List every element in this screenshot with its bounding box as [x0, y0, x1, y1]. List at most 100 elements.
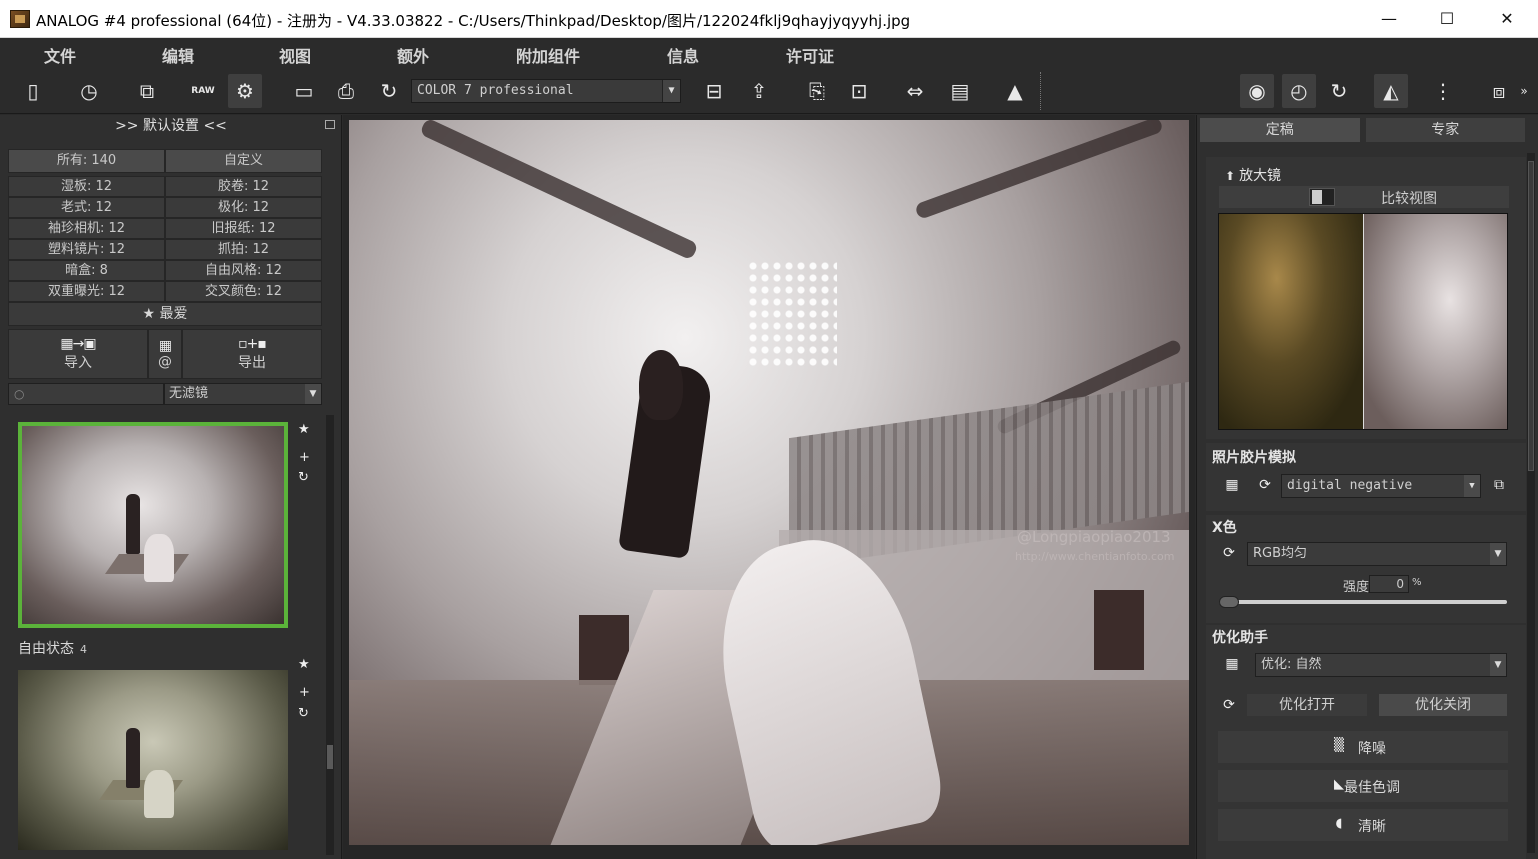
- category-custom[interactable]: 自定义: [165, 149, 322, 173]
- panel-scrollbar[interactable]: [1527, 153, 1535, 853]
- clarity-button[interactable]: ◖ 清晰: [1218, 809, 1508, 841]
- strength-slider-track[interactable]: [1219, 600, 1507, 604]
- menu-edit[interactable]: 编辑: [162, 43, 194, 67]
- split-view-icon[interactable]: ◭: [1374, 74, 1408, 108]
- film-settings-icon[interactable]: ⧉: [1489, 474, 1509, 496]
- copy-settings-icon[interactable]: ⧉: [130, 74, 164, 108]
- scrollbar-thumb[interactable]: [327, 745, 333, 769]
- compare-view-toggle[interactable]: 比较视图: [1219, 186, 1509, 208]
- optimize-on-button[interactable]: 优化打开: [1247, 694, 1367, 716]
- cycle-icon[interactable]: ⟳: [1255, 474, 1275, 496]
- save-as-icon[interactable]: ⎘: [800, 74, 834, 108]
- xcolor-select[interactable]: RGB均匀 ▼: [1247, 542, 1507, 566]
- denoise-icon: ▒: [1334, 738, 1344, 753]
- filter-select[interactable]: 无滤镜 ▼: [164, 383, 322, 405]
- scrollbar-thumb[interactable]: [1528, 161, 1534, 471]
- more-tools-icon[interactable]: »: [1514, 74, 1534, 108]
- batch-process-icon[interactable]: ⚙: [228, 74, 262, 108]
- menu-extra[interactable]: 额外: [397, 43, 429, 67]
- thumbnail-image: [22, 426, 284, 624]
- category-cross-color[interactable]: 交叉颜色: 12: [165, 281, 322, 302]
- category-film[interactable]: 胶卷: 12: [165, 176, 322, 197]
- import-button[interactable]: ▦→▣ 导入: [8, 329, 148, 379]
- window-title: ANALOG #4 professional (64位) - 注册为 - V4.…: [36, 12, 911, 30]
- optimize-select-value: 优化: 自然: [1261, 657, 1322, 672]
- preview-eye-icon[interactable]: ◉: [1240, 74, 1274, 108]
- fullscreen-icon[interactable]: ⇔: [898, 74, 932, 108]
- main-photo[interactable]: @Longpiaopiao2013 http://www.chentianfot…: [349, 120, 1189, 845]
- save-icon[interactable]: ▭: [287, 74, 321, 108]
- category-vintage[interactable]: 老式: 12: [8, 197, 165, 218]
- optimize-select[interactable]: 优化: 自然 ▼: [1255, 653, 1507, 677]
- category-free-style[interactable]: 自由风格: 12: [165, 260, 322, 281]
- category-wetplate[interactable]: 湿板: 12: [8, 176, 165, 197]
- raw-settings-icon[interactable]: RAW: [186, 74, 220, 108]
- new-file-icon[interactable]: ▯: [16, 74, 50, 108]
- category-polarize[interactable]: 极化: 12: [165, 197, 322, 218]
- vertical-split-icon[interactable]: ⋮: [1426, 74, 1460, 108]
- minimize-button[interactable]: —: [1360, 0, 1418, 38]
- share-online-button[interactable]: ▦ @: [148, 329, 182, 379]
- maximize-button[interactable]: ☐: [1418, 0, 1476, 38]
- strength-slider-knob[interactable]: [1219, 596, 1239, 608]
- menu-info[interactable]: 信息: [667, 43, 699, 67]
- category-snapshot[interactable]: 抓拍: 12: [165, 239, 322, 260]
- magnifier-preview[interactable]: [1218, 213, 1508, 430]
- grid-search-icon[interactable]: ▦: [1219, 474, 1245, 496]
- preset-select[interactable]: COLOR 7 professional ▼: [411, 79, 681, 103]
- film-select[interactable]: digital negative ▼: [1281, 474, 1481, 498]
- redo-icon[interactable]: ↻: [1322, 74, 1356, 108]
- cycle-icon[interactable]: ⟳: [1219, 694, 1239, 716]
- preset-thumbnail[interactable]: [18, 670, 288, 850]
- export-button[interactable]: ▫+▪ 导出: [182, 329, 322, 379]
- undock-icon[interactable]: [325, 120, 335, 129]
- grid-search-icon[interactable]: ▦: [1219, 653, 1245, 675]
- best-tone-button[interactable]: ◣ 最佳色调: [1218, 770, 1508, 802]
- add-icon[interactable]: +: [299, 685, 310, 700]
- category-old-newspaper[interactable]: 旧报纸: 12: [165, 218, 322, 239]
- chevron-down-icon: ▼: [1464, 475, 1480, 497]
- menu-addons[interactable]: 附加组件: [516, 43, 580, 67]
- category-camera-obscura[interactable]: 暗盒: 8: [8, 260, 165, 281]
- tab-expert[interactable]: 专家: [1365, 118, 1525, 142]
- thumbnail-scrollbar[interactable]: [326, 415, 334, 855]
- menu-file[interactable]: 文件: [44, 43, 76, 67]
- optimize-off-button[interactable]: 优化关闭: [1379, 694, 1507, 716]
- category-all[interactable]: 所有: 140: [8, 149, 165, 173]
- print-icon[interactable]: ⎙: [329, 74, 363, 108]
- favorite-star-icon[interactable]: ★: [298, 422, 310, 437]
- history-icon[interactable]: ◷: [72, 74, 106, 108]
- exif-info-icon[interactable]: ▤: [943, 74, 977, 108]
- add-icon[interactable]: +: [299, 450, 310, 465]
- at-label: @: [158, 354, 172, 370]
- category-plastic-lens[interactable]: 塑料镜片: 12: [8, 239, 165, 260]
- favorites-button[interactable]: ★ 最爱: [8, 302, 322, 326]
- menu-view[interactable]: 视图: [279, 43, 311, 67]
- category-pocket-camera[interactable]: 袖珍相机: 12: [8, 218, 165, 239]
- tab-finalize[interactable]: 定稿: [1200, 118, 1360, 142]
- magnifier-title[interactable]: ⬆ 放大镜: [1225, 165, 1281, 185]
- stack-icon[interactable]: ⊟: [697, 74, 731, 108]
- magnifier-after: [1363, 214, 1507, 429]
- preset-thumbnail-selected[interactable]: [18, 422, 288, 628]
- refresh-icon[interactable]: ↻: [298, 470, 309, 485]
- preset-search-input[interactable]: ○: [8, 383, 164, 405]
- share-icon[interactable]: ↻: [372, 74, 406, 108]
- compare-clock-icon[interactable]: ◴: [1282, 74, 1316, 108]
- denoise-button[interactable]: ▒ 降噪: [1218, 731, 1508, 763]
- preset-group-label: 自由状态 4: [18, 638, 87, 658]
- menu-license[interactable]: 许可证: [786, 43, 834, 67]
- favorite-star-icon[interactable]: ★: [298, 657, 310, 672]
- category-grid: 所有: 140 自定义 湿板: 12 胶卷: 12 老式: 12 极化: 12 …: [8, 149, 322, 302]
- strength-value[interactable]: 0: [1369, 575, 1409, 593]
- fit-screen-icon[interactable]: ⊡: [842, 74, 876, 108]
- cycle-icon[interactable]: ⟳: [1219, 542, 1239, 564]
- panel-toggle-icon[interactable]: ⧈: [1482, 74, 1516, 108]
- export-layer-icon[interactable]: ⇪: [742, 74, 776, 108]
- toolbar: ▯ ◷ ⧉ RAW ⚙ ▭ ⎙ ↻ COLOR 7 professional ▼…: [0, 68, 1538, 114]
- histogram-icon[interactable]: ▲: [998, 74, 1032, 108]
- presets-header[interactable]: >> 默认设置 <<: [0, 115, 342, 139]
- close-button[interactable]: ✕: [1478, 0, 1536, 38]
- refresh-icon[interactable]: ↻: [298, 706, 309, 721]
- category-double-exposure[interactable]: 双重曝光: 12: [8, 281, 165, 302]
